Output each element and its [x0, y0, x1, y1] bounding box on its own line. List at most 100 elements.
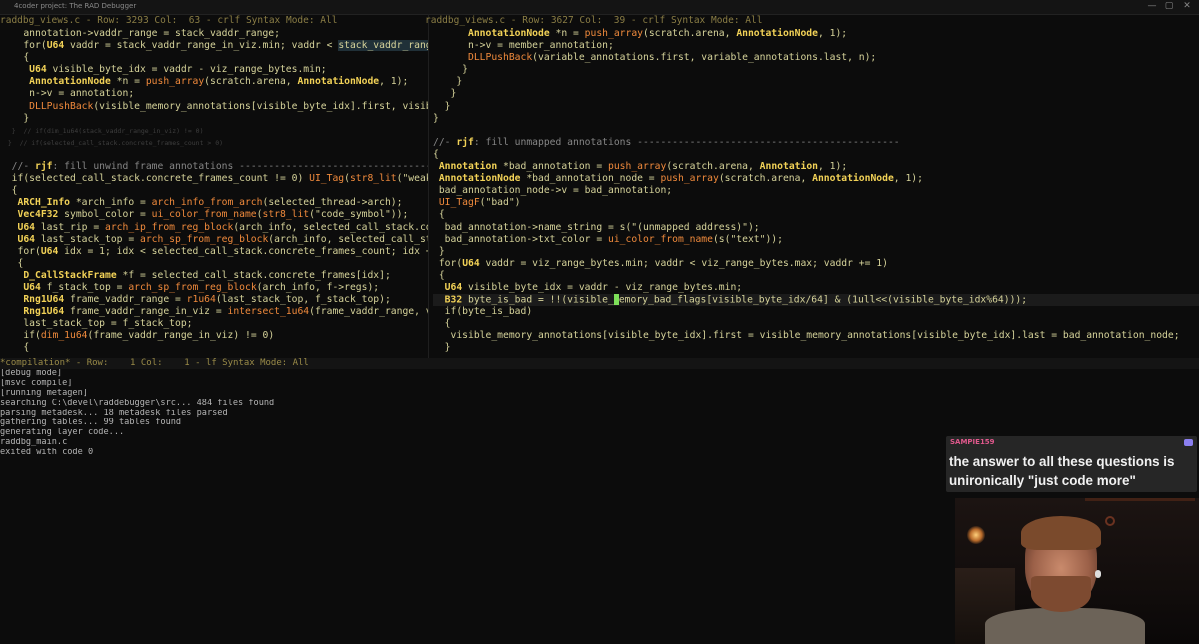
right-code-line[interactable]: } — [433, 76, 1199, 88]
code-token: (arch_info, f->regs); — [256, 281, 380, 293]
left-code-line[interactable]: AnnotationNode *n = push_array(scratch.a… — [0, 76, 428, 88]
code-token: { — [17, 257, 24, 269]
right-code-line[interactable]: } — [433, 88, 1199, 100]
code-token: emory_bad_flags[visible_byte_idx/64] & (… — [618, 294, 1028, 306]
right-code-line[interactable]: { — [433, 270, 1199, 282]
editor-pane-right[interactable]: raddbg_views.c - Row: 3627 Col: 39 - crl… — [425, 15, 1199, 358]
close-button[interactable]: ✕ — [1180, 1, 1194, 11]
type-token: B32 — [444, 294, 463, 306]
type-token: rjf — [456, 136, 474, 148]
right-code-line[interactable]: AnnotationNode *bad_annotation_node = pu… — [433, 173, 1199, 185]
left-code-line[interactable]: //- rjf: fill unwind frame annotations -… — [0, 161, 428, 173]
minimize-button[interactable]: — — [1145, 1, 1159, 11]
left-code-line[interactable]: if(dim_1u64(frame_vaddr_range_in_viz) !=… — [0, 330, 428, 342]
right-code-line[interactable]: Annotation *bad_annotation = push_array(… — [433, 161, 1199, 173]
right-code-line[interactable]: DLLPushBack(variable_annotations.first, … — [433, 52, 1199, 64]
type-token: D_CallStackFrame — [23, 269, 117, 281]
code-token: for( — [17, 245, 41, 257]
code-token: if(byte_is_bad) — [444, 306, 533, 318]
right-code-line[interactable] — [433, 125, 1199, 137]
left-code-line[interactable]: D_CallStackFrame *f = selected_call_stac… — [0, 270, 428, 282]
left-code-line[interactable]: { — [0, 185, 428, 197]
right-code-line[interactable]: UI_TagF("bad") — [433, 197, 1199, 209]
right-code-line[interactable]: } — [433, 101, 1199, 113]
left-code-line[interactable]: { — [0, 258, 428, 270]
left-code-line[interactable]: Vec4F32 symbol_color = ui_color_from_nam… — [0, 209, 428, 221]
comment-token: : fill unwind frame annotations --------… — [52, 161, 428, 173]
function-token: ui_color_from_name — [151, 209, 257, 221]
left-code-line[interactable]: U64 last_stack_top = arch_sp_from_reg_bl… — [0, 233, 429, 246]
left-code-line[interactable]: for(U64 idx = 1; idx < selected_call_sta… — [0, 245, 429, 258]
code-token: bad_annotation->name_string = s("(unmapp… — [444, 221, 760, 233]
right-code-line[interactable]: bad_annotation->txt_color = ui_color_fro… — [433, 234, 1199, 246]
left-code-line[interactable]: Rng1U64 frame_vaddr_range_in_viz = inter… — [0, 306, 428, 318]
maximize-button[interactable]: ▢ — [1162, 1, 1176, 11]
right-code-line[interactable]: } — [433, 246, 1199, 258]
right-code-line[interactable]: } — [433, 113, 1199, 125]
left-code-line[interactable]: DLLPushBack(visible_memory_annotations[v… — [0, 101, 428, 113]
right-code-line[interactable]: } — [433, 64, 1199, 76]
left-code-line[interactable]: if(selected_call_stack.concrete_frames_c… — [0, 173, 428, 185]
left-code-line[interactable]: U64 last_rip = arch_ip_from_reg_block(ar… — [0, 221, 429, 234]
chat-badge-icon — [1184, 439, 1193, 446]
left-code-line[interactable]: annotation->vaddr_range = stack_vaddr_ra… — [0, 28, 428, 40]
code-token: ("bad") — [479, 197, 521, 209]
right-code-line[interactable]: U64 visible_byte_idx = vaddr - viz_range… — [433, 282, 1199, 294]
right-code-line[interactable]: if(byte_is_bad) — [433, 306, 1199, 318]
code-token: *f = selected_call_stack.concrete_frames… — [116, 269, 391, 281]
left-code-line[interactable]: for(U64 vaddr = stack_vaddr_range_in_viz… — [0, 40, 428, 52]
right-code-line[interactable]: bad_annotation->name_string = s("(unmapp… — [433, 222, 1199, 234]
code-token: { — [23, 52, 30, 64]
left-code-line[interactable]: } // if(dim_1u64(stack_vaddr_range_in_vi… — [0, 125, 428, 137]
type-token: Annotation — [759, 161, 818, 173]
code-token: } — [444, 342, 451, 354]
right-code-line[interactable]: { — [433, 149, 1199, 161]
code-token: vaddr = viz_range_bytes.min; vaddr < viz… — [479, 257, 888, 269]
left-code-line[interactable]: n->v = annotation; — [0, 88, 428, 100]
left-code-line[interactable] — [0, 149, 428, 161]
left-code-line[interactable]: } — [0, 113, 428, 125]
right-code-line[interactable]: for(U64 vaddr = viz_range_bytes.min; vad… — [433, 258, 1199, 270]
right-code-line[interactable]: { — [433, 318, 1199, 330]
right-code-line[interactable]: } — [433, 342, 1199, 354]
type-token: Vec4F32 — [17, 209, 59, 221]
right-code-line[interactable]: { — [433, 209, 1199, 221]
left-code-line[interactable]: } // if(selected_call_stack.concrete_fra… — [0, 137, 428, 149]
type-token: AnnotationNode — [468, 28, 550, 39]
left-code-line[interactable]: U64 visible_byte_idx = vaddr - viz_range… — [0, 64, 428, 76]
function-token: str8_lit — [262, 209, 310, 221]
right-code-line[interactable]: n->v = member_annotation; — [433, 40, 1199, 52]
right-code-area[interactable]: AnnotationNode *n = push_array(scratch.a… — [433, 28, 1199, 355]
left-code-line[interactable]: { — [0, 52, 428, 64]
code-token: (arch_info, selected_call_stack.conc — [268, 233, 428, 245]
code-token: } — [438, 245, 445, 257]
right-code-line[interactable]: visible_memory_annotations[visible_byte_… — [433, 330, 1199, 342]
right-code-line[interactable]: AnnotationNode *n = push_array(scratch.a… — [433, 28, 1199, 40]
right-code-line[interactable]: B32 byte_is_bad = !!(visible_ emory_bad_f… — [433, 294, 1199, 307]
function-token: arch_ip_from_reg_block — [105, 221, 234, 233]
type-token: Rng1U64 — [23, 306, 65, 318]
right-code-line[interactable]: bad_annotation_node->v = bad_annotation; — [433, 185, 1199, 197]
right-pane-status-header: raddbg_views.c - Row: 3627 Col: 39 - crl… — [425, 15, 763, 26]
left-code-line[interactable]: U64 f_stack_top = arch_sp_from_reg_block… — [0, 282, 428, 294]
editor-pane-left[interactable]: raddbg_views.c - Row: 3293 Col: 63 - crl… — [0, 15, 428, 358]
code-token: (s("text")); — [712, 233, 783, 245]
right-code-line[interactable]: //- rjf: fill unmapped annotations -----… — [433, 137, 1199, 149]
left-code-line[interactable]: { — [0, 342, 428, 354]
code-token: (arch_info, selected_call_stack.concrete… — [233, 221, 428, 233]
left-code-line[interactable]: last_stack_top = f_stack_top; — [0, 318, 428, 330]
window-title: 4coder project: The RAD Debugger — [14, 2, 137, 10]
code-token: n->v = annotation; — [29, 88, 135, 100]
left-code-line[interactable]: ARCH_Info *arch_info = arch_info_from_ar… — [0, 197, 428, 209]
left-code-area[interactable]: annotation->vaddr_range = stack_vaddr_ra… — [0, 28, 428, 355]
left-code-line[interactable]: Rng1U64 frame_vaddr_range = r1u64(last_s… — [0, 294, 428, 306]
